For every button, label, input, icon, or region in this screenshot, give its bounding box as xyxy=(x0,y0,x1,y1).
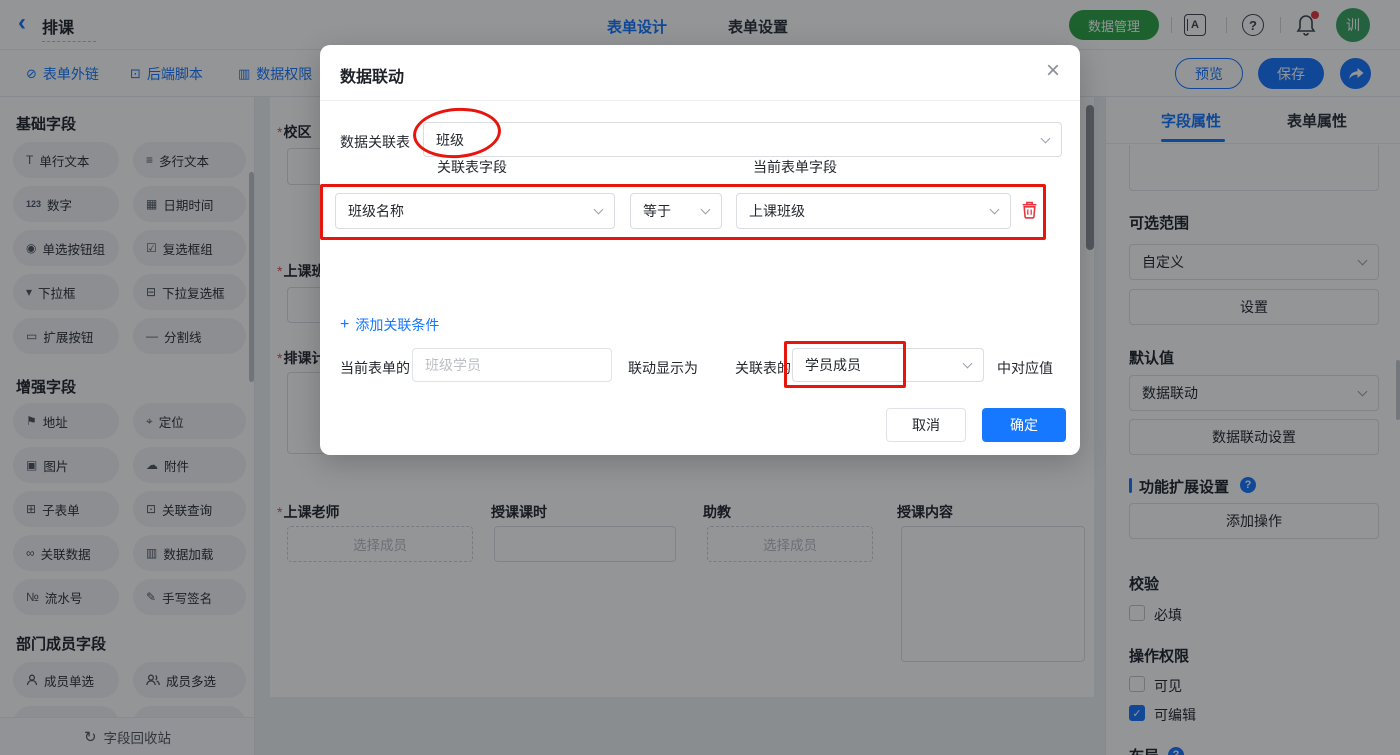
close-icon[interactable]: × xyxy=(1046,57,1060,85)
select-value: 学员成员 xyxy=(805,357,861,373)
select-value: 等于 xyxy=(643,203,671,219)
select-value: 班级名称 xyxy=(348,203,404,219)
mapping-current-field-input[interactable] xyxy=(412,348,612,382)
chevron-down-icon xyxy=(700,204,711,215)
mapping-middle-label: 联动显示为 xyxy=(628,360,698,376)
chevron-down-icon xyxy=(962,358,973,369)
cancel-button[interactable]: 取消 xyxy=(886,408,966,442)
dialog-title: 数据联动 xyxy=(340,69,405,86)
relation-table-select[interactable]: 班级 xyxy=(423,122,1062,157)
select-value: 班级 xyxy=(436,131,464,148)
plus-icon: + xyxy=(340,316,350,333)
confirm-button[interactable]: 确定 xyxy=(982,408,1066,442)
data-linkage-dialog: 数据联动 × 数据关联表 班级 关联表字段 当前表单字段 班级名称 等于 上课班… xyxy=(320,45,1080,455)
mapping-field-select[interactable]: 学员成员 xyxy=(792,348,984,382)
chevron-down-icon xyxy=(593,204,604,215)
select-value: 上课班级 xyxy=(749,203,805,219)
chevron-down-icon xyxy=(1040,133,1051,143)
chevron-down-icon xyxy=(989,204,1000,215)
mapping-suffix-label: 中对应值 xyxy=(997,360,1053,376)
column-header-right: 当前表单字段 xyxy=(753,159,837,175)
add-condition-label: 添加关联条件 xyxy=(355,317,440,333)
dialog-divider xyxy=(320,100,1080,101)
relation-table-label: 数据关联表 xyxy=(340,134,410,150)
mapping-prefix-label: 当前表单的 xyxy=(340,360,410,376)
mapping-table-prefix-label: 关联表的 xyxy=(735,360,791,376)
delete-condition-icon[interactable] xyxy=(1021,201,1038,222)
add-condition-link[interactable]: + 添加关联条件 xyxy=(340,315,439,335)
column-header-left: 关联表字段 xyxy=(437,159,507,175)
condition-left-field-select[interactable]: 班级名称 xyxy=(335,193,615,229)
condition-operator-select[interactable]: 等于 xyxy=(630,193,722,229)
condition-right-field-select[interactable]: 上课班级 xyxy=(736,193,1011,229)
